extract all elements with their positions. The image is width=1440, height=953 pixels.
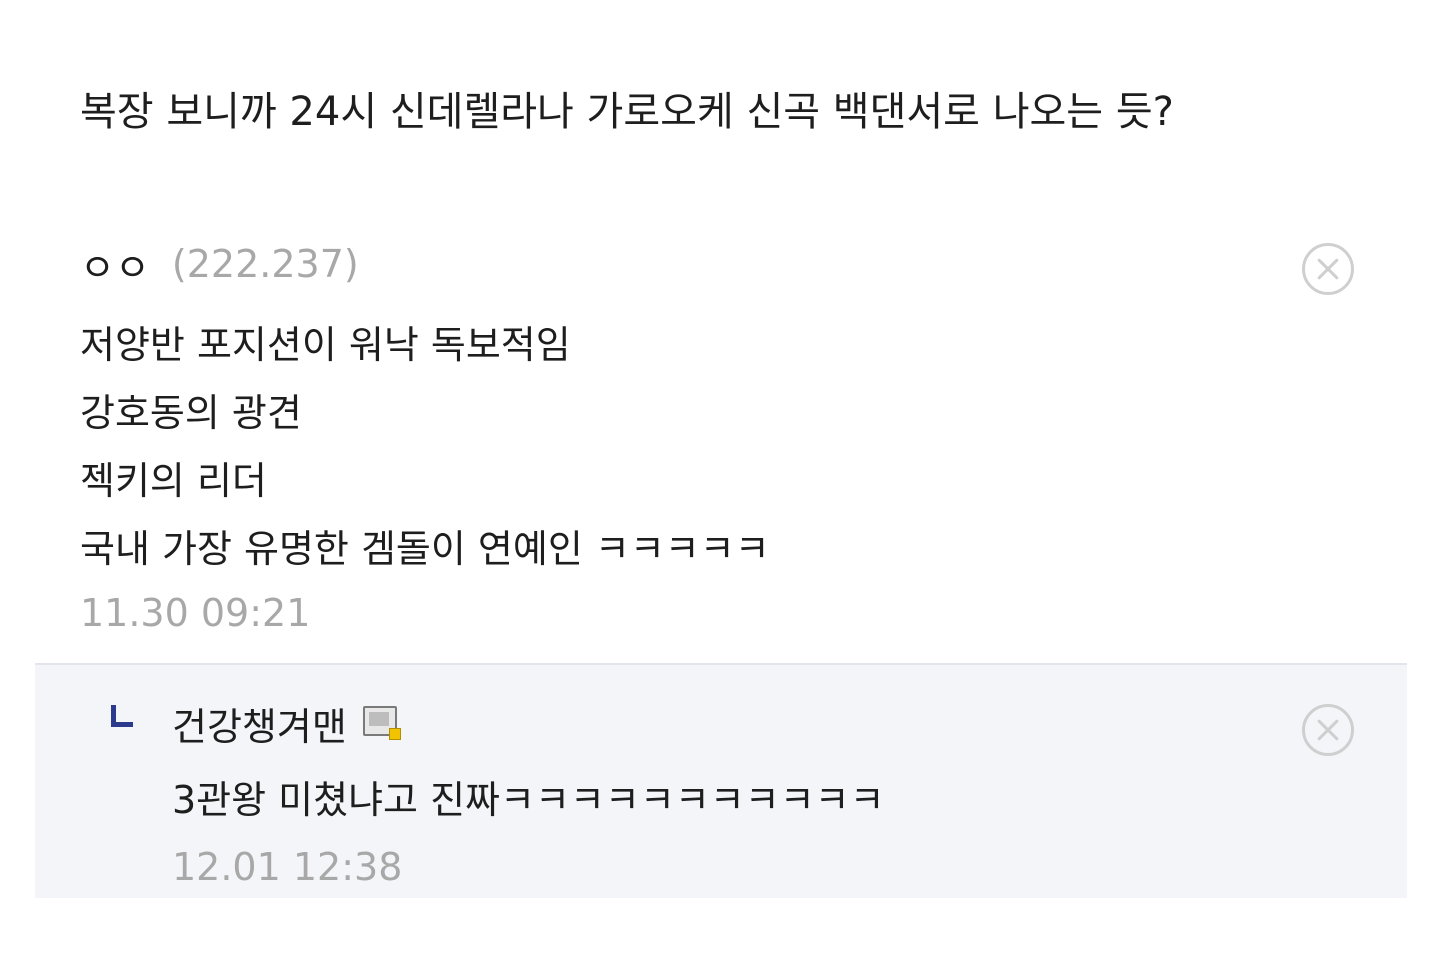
gallery-member-icon [362, 706, 401, 740]
comment-timestamp: 11.30 09:21 [80, 591, 311, 635]
post-text: 복장 보니까 24시 신데렐라나 가로오케 신곡 백댄서로 나오는 듯? [80, 89, 1174, 135]
comment-line: 저양반 포지션이 워낙 독보적임 [80, 323, 571, 367]
comment-line: 국내 가장 유명한 겜돌이 연예인 ㅋㅋㅋㅋㅋ [80, 527, 770, 571]
reply-body: 3관왕 미쳤냐고 진짜ㅋㅋㅋㅋㅋㅋㅋㅋㅋㅋㅋ [172, 778, 885, 822]
comment-author-name[interactable]: ㅇㅇ [80, 237, 150, 292]
comment-line: 강호동의 광견 [80, 391, 302, 435]
comment-author-ip: (222.237) [171, 242, 359, 286]
comment-author-line: ㅇㅇ (222.237) [80, 237, 359, 292]
reply-arrow-icon [111, 705, 133, 727]
comment-body: 저양반 포지션이 워낙 독보적임 강호동의 광견 젝키의 리더 국내 가장 유명… [80, 311, 770, 583]
delete-reply-button[interactable] [1302, 704, 1354, 756]
reply-author-line: 건강챙겨맨 [172, 696, 401, 751]
comment-line: 젝키의 리더 [80, 459, 267, 503]
reply-item: 건강챙겨맨 3관왕 미쳤냐고 진짜ㅋㅋㅋㅋㅋㅋㅋㅋㅋㅋㅋ 12.01 12:38 [35, 665, 1407, 898]
delete-comment-button[interactable] [1302, 243, 1354, 295]
comment-item: ㅇㅇ (222.237) 저양반 포지션이 워낙 독보적임 강호동의 광견 젝키… [35, 225, 1407, 665]
reply-author-name[interactable]: 건강챙겨맨 [172, 696, 347, 751]
reply-timestamp: 12.01 12:38 [172, 845, 403, 889]
